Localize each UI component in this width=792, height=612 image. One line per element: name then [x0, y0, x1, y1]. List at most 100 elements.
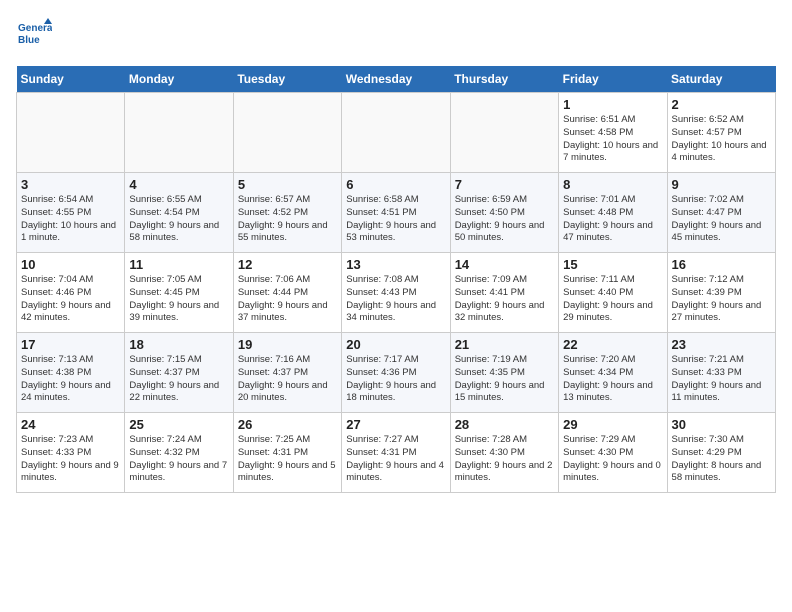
day-info: Sunrise: 7:04 AM Sunset: 4:46 PM Dayligh…	[21, 274, 120, 325]
day-number: 29	[563, 417, 662, 432]
calendar-cell: 9 Sunrise: 7:02 AM Sunset: 4:47 PM Daylig…	[667, 173, 775, 253]
calendar-cell: 17 Sunrise: 7:13 AM Sunset: 4:38 PM Dayli…	[17, 333, 125, 413]
day-info: Sunrise: 7:09 AM Sunset: 4:41 PM Dayligh…	[455, 274, 554, 325]
day-number: 6	[346, 177, 445, 192]
calendar-cell: 11 Sunrise: 7:05 AM Sunset: 4:45 PM Dayli…	[125, 253, 233, 333]
calendar-cell: 1 Sunrise: 6:51 AM Sunset: 4:58 PM Daylig…	[559, 93, 667, 173]
calendar-cell: 23 Sunrise: 7:21 AM Sunset: 4:33 PM Dayli…	[667, 333, 775, 413]
day-number: 19	[238, 337, 337, 352]
calendar-cell: 4 Sunrise: 6:55 AM Sunset: 4:54 PM Daylig…	[125, 173, 233, 253]
weekday-header-wednesday: Wednesday	[342, 66, 450, 93]
day-info: Sunrise: 7:20 AM Sunset: 4:34 PM Dayligh…	[563, 354, 662, 405]
day-number: 15	[563, 257, 662, 272]
calendar-cell: 16 Sunrise: 7:12 AM Sunset: 4:39 PM Dayli…	[667, 253, 775, 333]
day-number: 4	[129, 177, 228, 192]
day-number: 30	[672, 417, 771, 432]
calendar-cell: 27 Sunrise: 7:27 AM Sunset: 4:31 PM Dayli…	[342, 413, 450, 493]
calendar-cell: 19 Sunrise: 7:16 AM Sunset: 4:37 PM Dayli…	[233, 333, 341, 413]
calendar-cell: 6 Sunrise: 6:58 AM Sunset: 4:51 PM Daylig…	[342, 173, 450, 253]
weekday-header-sunday: Sunday	[17, 66, 125, 93]
calendar-cell	[450, 93, 558, 173]
calendar-cell	[17, 93, 125, 173]
calendar-cell: 20 Sunrise: 7:17 AM Sunset: 4:36 PM Dayli…	[342, 333, 450, 413]
calendar-cell: 10 Sunrise: 7:04 AM Sunset: 4:46 PM Dayli…	[17, 253, 125, 333]
day-info: Sunrise: 7:05 AM Sunset: 4:45 PM Dayligh…	[129, 274, 228, 325]
calendar-cell: 30 Sunrise: 7:30 AM Sunset: 4:29 PM Dayli…	[667, 413, 775, 493]
day-info: Sunrise: 6:58 AM Sunset: 4:51 PM Dayligh…	[346, 194, 445, 245]
day-number: 20	[346, 337, 445, 352]
day-info: Sunrise: 7:21 AM Sunset: 4:33 PM Dayligh…	[672, 354, 771, 405]
day-number: 8	[563, 177, 662, 192]
day-info: Sunrise: 7:08 AM Sunset: 4:43 PM Dayligh…	[346, 274, 445, 325]
general-blue-icon: General Blue	[16, 16, 52, 52]
calendar-cell: 7 Sunrise: 6:59 AM Sunset: 4:50 PM Daylig…	[450, 173, 558, 253]
calendar-cell: 8 Sunrise: 7:01 AM Sunset: 4:48 PM Daylig…	[559, 173, 667, 253]
day-info: Sunrise: 7:02 AM Sunset: 4:47 PM Dayligh…	[672, 194, 771, 245]
day-number: 28	[455, 417, 554, 432]
calendar-cell: 3 Sunrise: 6:54 AM Sunset: 4:55 PM Daylig…	[17, 173, 125, 253]
day-number: 14	[455, 257, 554, 272]
day-info: Sunrise: 7:27 AM Sunset: 4:31 PM Dayligh…	[346, 434, 445, 485]
day-info: Sunrise: 7:19 AM Sunset: 4:35 PM Dayligh…	[455, 354, 554, 405]
calendar-cell: 15 Sunrise: 7:11 AM Sunset: 4:40 PM Dayli…	[559, 253, 667, 333]
day-info: Sunrise: 7:29 AM Sunset: 4:30 PM Dayligh…	[563, 434, 662, 485]
calendar-cell: 22Sunrise: 7:20 AM Sunset: 4:34 PM Dayli…	[559, 333, 667, 413]
svg-text:Blue: Blue	[18, 35, 40, 46]
day-number: 13	[346, 257, 445, 272]
day-number: 7	[455, 177, 554, 192]
day-info: Sunrise: 7:17 AM Sunset: 4:36 PM Dayligh…	[346, 354, 445, 405]
calendar-cell: 13 Sunrise: 7:08 AM Sunset: 4:43 PM Dayli…	[342, 253, 450, 333]
day-number: 9	[672, 177, 771, 192]
day-number: 12	[238, 257, 337, 272]
day-number: 3	[21, 177, 120, 192]
day-number: 17	[21, 337, 120, 352]
calendar-cell: 18Sunrise: 7:15 AM Sunset: 4:37 PM Dayli…	[125, 333, 233, 413]
calendar-cell: 25Sunrise: 7:24 AM Sunset: 4:32 PM Dayli…	[125, 413, 233, 493]
day-info: Sunrise: 7:30 AM Sunset: 4:29 PM Dayligh…	[672, 434, 771, 485]
day-info: Sunrise: 7:28 AM Sunset: 4:30 PM Dayligh…	[455, 434, 554, 485]
day-number: 25	[129, 417, 228, 432]
day-info: Sunrise: 6:54 AM Sunset: 4:55 PM Dayligh…	[21, 194, 120, 245]
day-number: 1	[563, 97, 662, 112]
day-info: Sunrise: 7:06 AM Sunset: 4:44 PM Dayligh…	[238, 274, 337, 325]
calendar-cell: 26Sunrise: 7:25 AM Sunset: 4:31 PM Dayli…	[233, 413, 341, 493]
day-info: Sunrise: 6:57 AM Sunset: 4:52 PM Dayligh…	[238, 194, 337, 245]
calendar-cell	[342, 93, 450, 173]
calendar-cell	[125, 93, 233, 173]
day-number: 5	[238, 177, 337, 192]
day-number: 21	[455, 337, 554, 352]
day-info: Sunrise: 7:25 AM Sunset: 4:31 PM Dayligh…	[238, 434, 337, 485]
calendar-table: SundayMondayTuesdayWednesdayThursdayFrid…	[16, 66, 776, 493]
weekday-header-thursday: Thursday	[450, 66, 558, 93]
day-info: Sunrise: 7:11 AM Sunset: 4:40 PM Dayligh…	[563, 274, 662, 325]
calendar-cell: 12 Sunrise: 7:06 AM Sunset: 4:44 PM Dayli…	[233, 253, 341, 333]
logo: General Blue	[16, 16, 56, 52]
day-number: 16	[672, 257, 771, 272]
day-info: Sunrise: 6:51 AM Sunset: 4:58 PM Dayligh…	[563, 114, 662, 165]
day-info: Sunrise: 7:01 AM Sunset: 4:48 PM Dayligh…	[563, 194, 662, 245]
weekday-header-tuesday: Tuesday	[233, 66, 341, 93]
day-info: Sunrise: 7:23 AM Sunset: 4:33 PM Dayligh…	[21, 434, 120, 485]
calendar-cell: 29 Sunrise: 7:29 AM Sunset: 4:30 PM Dayli…	[559, 413, 667, 493]
day-info: Sunrise: 7:12 AM Sunset: 4:39 PM Dayligh…	[672, 274, 771, 325]
weekday-header-saturday: Saturday	[667, 66, 775, 93]
calendar-cell	[233, 93, 341, 173]
day-info: Sunrise: 7:16 AM Sunset: 4:37 PM Dayligh…	[238, 354, 337, 405]
weekday-header-friday: Friday	[559, 66, 667, 93]
day-info: Sunrise: 7:15 AM Sunset: 4:37 PM Dayligh…	[129, 354, 228, 405]
day-number: 10	[21, 257, 120, 272]
day-info: Sunrise: 7:13 AM Sunset: 4:38 PM Dayligh…	[21, 354, 120, 405]
day-number: 24	[21, 417, 120, 432]
day-info: Sunrise: 6:59 AM Sunset: 4:50 PM Dayligh…	[455, 194, 554, 245]
calendar-cell: 21 Sunrise: 7:19 AM Sunset: 4:35 PM Dayli…	[450, 333, 558, 413]
weekday-header-monday: Monday	[125, 66, 233, 93]
calendar-cell: 24 Sunrise: 7:23 AM Sunset: 4:33 PM Dayli…	[17, 413, 125, 493]
day-info: Sunrise: 6:55 AM Sunset: 4:54 PM Dayligh…	[129, 194, 228, 245]
day-number: 11	[129, 257, 228, 272]
svg-text:General: General	[18, 23, 52, 34]
calendar-cell: 2Sunrise: 6:52 AM Sunset: 4:57 PM Daylig…	[667, 93, 775, 173]
day-number: 27	[346, 417, 445, 432]
day-number: 23	[672, 337, 771, 352]
calendar-cell: 28 Sunrise: 7:28 AM Sunset: 4:30 PM Dayli…	[450, 413, 558, 493]
day-info: Sunrise: 6:52 AM Sunset: 4:57 PM Dayligh…	[672, 114, 771, 165]
